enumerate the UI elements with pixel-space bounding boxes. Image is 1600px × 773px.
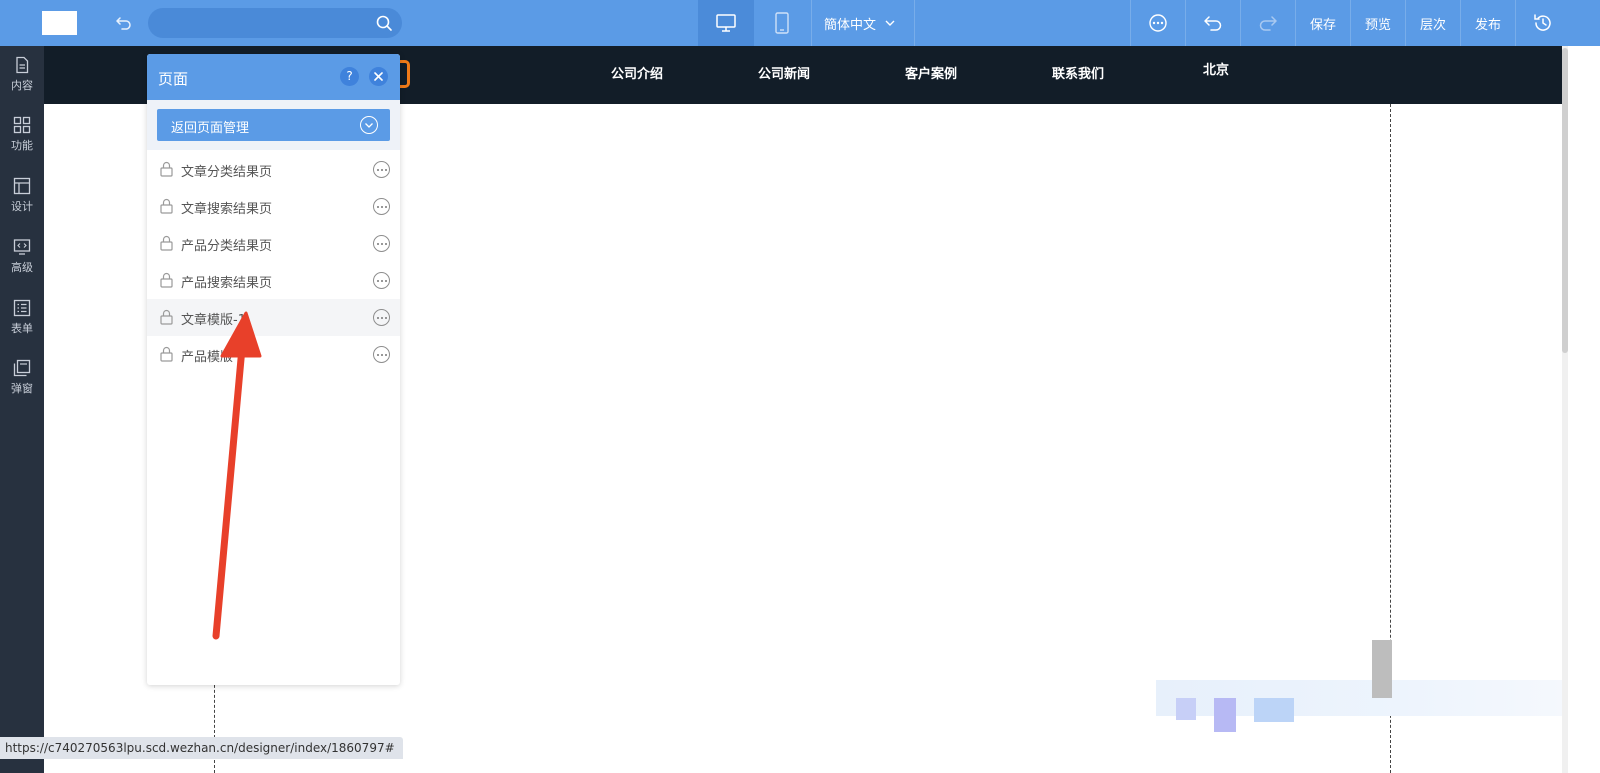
sidebar-item-label: 表单 — [11, 322, 33, 335]
undo-icon — [1204, 16, 1222, 31]
sidebar-item-label: 高级 — [11, 261, 33, 274]
nav-item-beijing[interactable]: 北京 — [1203, 59, 1229, 78]
chevron-down-icon — [885, 20, 895, 26]
page-name: 产品搜索结果页 — [181, 276, 273, 291]
more-icon[interactable] — [373, 309, 390, 326]
more-icon[interactable] — [373, 198, 390, 215]
lock-icon — [160, 272, 173, 288]
chevron-down-circle-icon — [360, 116, 378, 134]
page-name: 文章分类结果页 — [181, 165, 273, 180]
more-icon[interactable] — [373, 161, 390, 178]
blurred-block — [1176, 698, 1196, 720]
search-input[interactable] — [162, 8, 362, 38]
nav-item-cases[interactable]: 客户案例 — [905, 63, 957, 82]
list-item[interactable]: 文章分类结果页 — [147, 151, 400, 188]
back-to-page-management-button[interactable]: 返回页面管理 — [157, 109, 390, 141]
mobile-view-button[interactable] — [754, 0, 810, 46]
more-icon[interactable] — [373, 272, 390, 289]
status-bar-url: https://c740270563lpu.scd.wezhan.cn/desi… — [0, 737, 403, 759]
top-toolbar: 簡体中文 保存 预览 层次 发布 — [0, 0, 1600, 46]
sidebar-item-content[interactable]: 内容 — [0, 56, 44, 108]
page-list: 文章分类结果页 文章搜索结果页 产品分类结果页 产品搜索结果页 文章模版-1 产… — [147, 151, 400, 373]
blurred-side-bar — [1372, 640, 1392, 698]
left-sidebar: 内容 功能 设计 高级 表单 弹窗 — [0, 46, 44, 773]
lock-icon — [160, 309, 173, 325]
sidebar-item-label: 弹窗 — [11, 382, 33, 395]
scrollbar-thumb[interactable] — [1562, 48, 1568, 353]
page-name: 产品模版 — [181, 350, 234, 365]
save-button[interactable]: 保存 — [1295, 0, 1350, 46]
grid-icon — [13, 116, 31, 134]
more-icon[interactable] — [373, 346, 390, 363]
mobile-icon — [775, 12, 789, 34]
page-name: 文章模版-1 — [181, 313, 246, 328]
sidebar-item-label: 内容 — [11, 79, 33, 92]
history-button[interactable] — [1515, 0, 1570, 46]
list-item-selected[interactable]: 文章模版-1 — [147, 299, 400, 336]
blurred-block — [1254, 698, 1294, 722]
panel-title: 页面 — [158, 70, 189, 88]
code-monitor-icon — [13, 239, 31, 255]
lock-icon — [160, 198, 173, 214]
sidebar-item-functions[interactable]: 功能 — [0, 116, 44, 168]
close-button[interactable] — [369, 67, 388, 86]
app-logo[interactable] — [42, 11, 77, 35]
sidebar-item-advanced[interactable]: 高级 — [0, 238, 44, 290]
sidebar-item-design[interactable]: 设计 — [0, 177, 44, 229]
sidebar-item-label: 功能 — [11, 139, 33, 152]
back-button-label: 返回页面管理 — [171, 121, 250, 136]
lock-icon — [160, 346, 173, 362]
lock-icon — [160, 235, 173, 251]
undo-button[interactable] — [1185, 0, 1240, 46]
redo-button[interactable] — [1240, 0, 1295, 46]
list-icon — [13, 299, 31, 317]
pages-panel: 页面 ? 返回页面管理 文章分类结果页 文章搜索结果页 产品分类结果页 产品搜索… — [147, 54, 400, 685]
page-name: 文章搜索结果页 — [181, 202, 273, 217]
search-box[interactable] — [148, 8, 402, 38]
list-item[interactable]: 文章搜索结果页 — [147, 188, 400, 225]
layout-icon — [13, 177, 31, 195]
nav-item-contact[interactable]: 联系我们 — [1052, 63, 1104, 82]
sidebar-item-forms[interactable]: 表单 — [0, 299, 44, 351]
more-options-button[interactable] — [1130, 0, 1185, 46]
popup-icon — [13, 359, 31, 377]
list-item[interactable]: 产品模版 — [147, 336, 400, 373]
lock-icon — [160, 161, 173, 177]
desktop-icon — [716, 14, 736, 32]
redo-icon — [1259, 16, 1277, 31]
nav-item-news[interactable]: 公司新闻 — [758, 63, 810, 82]
publish-button[interactable]: 发布 — [1460, 0, 1515, 46]
language-label: 簡体中文 — [824, 17, 877, 33]
layers-button[interactable]: 层次 — [1405, 0, 1460, 46]
nav-item-about[interactable]: 公司介绍 — [611, 63, 663, 82]
blurred-block — [1214, 698, 1236, 732]
document-icon — [16, 56, 29, 74]
desktop-view-button[interactable] — [698, 0, 754, 46]
page-name: 产品分类结果页 — [181, 239, 273, 254]
undo-history-icon[interactable] — [114, 13, 134, 33]
panel-header: 页面 ? — [147, 54, 400, 100]
sidebar-item-label: 设计 — [11, 200, 33, 213]
right-toolbar: 保存 预览 层次 发布 — [1130, 0, 1570, 46]
sidebar-item-popups[interactable]: 弹窗 — [0, 359, 44, 411]
more-icon[interactable] — [373, 235, 390, 252]
site-logo-fragment — [400, 60, 410, 88]
more-icon — [1149, 14, 1167, 32]
list-item[interactable]: 产品搜索结果页 — [147, 262, 400, 299]
help-button[interactable]: ? — [340, 67, 359, 86]
language-select[interactable]: 簡体中文 — [811, 0, 915, 46]
search-icon[interactable] — [374, 13, 394, 33]
history-clock-icon — [1534, 14, 1551, 31]
preview-button[interactable]: 预览 — [1350, 0, 1405, 46]
close-icon — [374, 72, 383, 81]
list-item[interactable]: 产品分类结果页 — [147, 225, 400, 262]
